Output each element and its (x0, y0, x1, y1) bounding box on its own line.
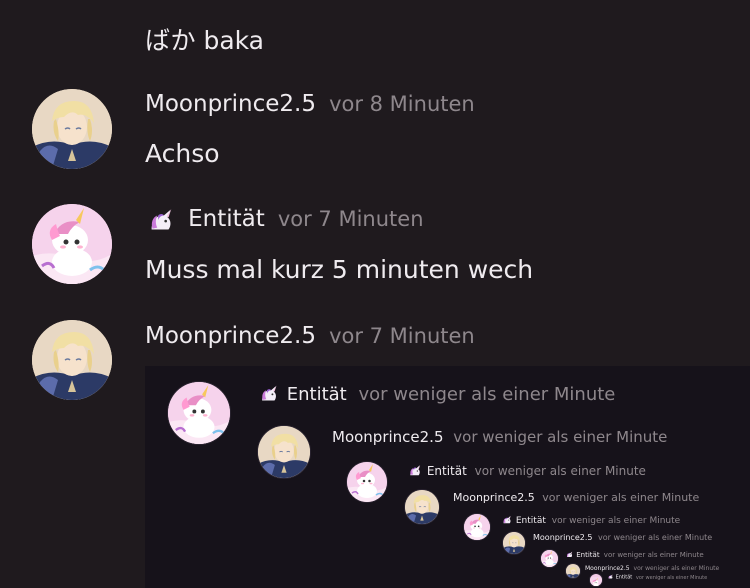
username[interactable]: Entität (188, 206, 265, 232)
unicorn-icon (607, 574, 614, 580)
username: Entität (615, 574, 633, 581)
avatar[interactable] (32, 89, 112, 169)
timestamp: vor weniger als einer Minute (598, 533, 713, 542)
avatar[interactable] (32, 320, 112, 400)
timestamp: vor weniger als einer Minute (358, 384, 616, 405)
timestamp: vor 8 Minuten (329, 92, 475, 116)
username: Entität (515, 516, 546, 526)
anime-prince-avatar (405, 490, 439, 524)
unicorn-avatar (347, 462, 387, 502)
unicorn-avatar (464, 514, 490, 540)
unicorn-avatar (590, 577, 602, 586)
avatar (541, 550, 558, 567)
timestamp: vor weniger als einer Minute (453, 428, 668, 446)
timestamp: vor weniger als einer Minute (474, 464, 646, 478)
anime-prince-avatar (32, 89, 112, 169)
anime-prince-avatar (503, 532, 525, 554)
avatar (566, 564, 580, 578)
username: Entität (576, 551, 600, 559)
username: Moonprince2.5 (453, 491, 535, 504)
message-text: Muss mal kurz 5 minuten wech (145, 255, 534, 284)
timestamp: vor 7 Minuten (329, 324, 475, 348)
embedded-screenshot[interactable]: Entität vor weniger als einer Minute Moo… (145, 366, 750, 588)
unicorn-icon (145, 207, 177, 237)
unicorn-icon (501, 515, 513, 526)
unicorn-avatar (168, 382, 230, 444)
username[interactable]: Moonprince2.5 (145, 323, 316, 349)
anime-prince-avatar (258, 426, 310, 478)
username: Entität (286, 384, 347, 405)
unicorn-icon (257, 384, 281, 406)
avatar (405, 490, 439, 524)
timestamp: vor 7 Minuten (277, 207, 424, 231)
timestamp: vor weniger als einer Minute (603, 551, 704, 559)
timestamp: vor weniger als einer Minute (542, 491, 700, 504)
message-text: ばか baka (145, 26, 264, 55)
avatar (590, 574, 602, 586)
avatar (168, 382, 230, 444)
unicorn-icon (407, 464, 423, 479)
anime-prince-avatar (32, 320, 112, 400)
message-text: Achso (145, 139, 220, 168)
avatar (503, 532, 525, 554)
username: Moonprince2.5 (533, 533, 593, 542)
avatar[interactable] (32, 204, 112, 284)
unicorn-avatar (32, 204, 112, 284)
username[interactable]: Moonprince2.5 (145, 91, 316, 117)
avatar (347, 462, 387, 502)
username: Moonprince2.5 (585, 565, 630, 572)
unicorn-avatar (541, 550, 558, 567)
timestamp: vor weniger als einer Minute (635, 574, 708, 581)
anime-prince-avatar (566, 565, 580, 578)
avatar (258, 426, 310, 478)
unicorn-icon (565, 551, 574, 559)
username: Entität (426, 464, 467, 478)
timestamp: vor weniger als einer Minute (551, 516, 681, 526)
username: Moonprince2.5 (332, 428, 444, 446)
avatar (464, 514, 490, 540)
timestamp: vor weniger als einer Minute (633, 565, 720, 572)
